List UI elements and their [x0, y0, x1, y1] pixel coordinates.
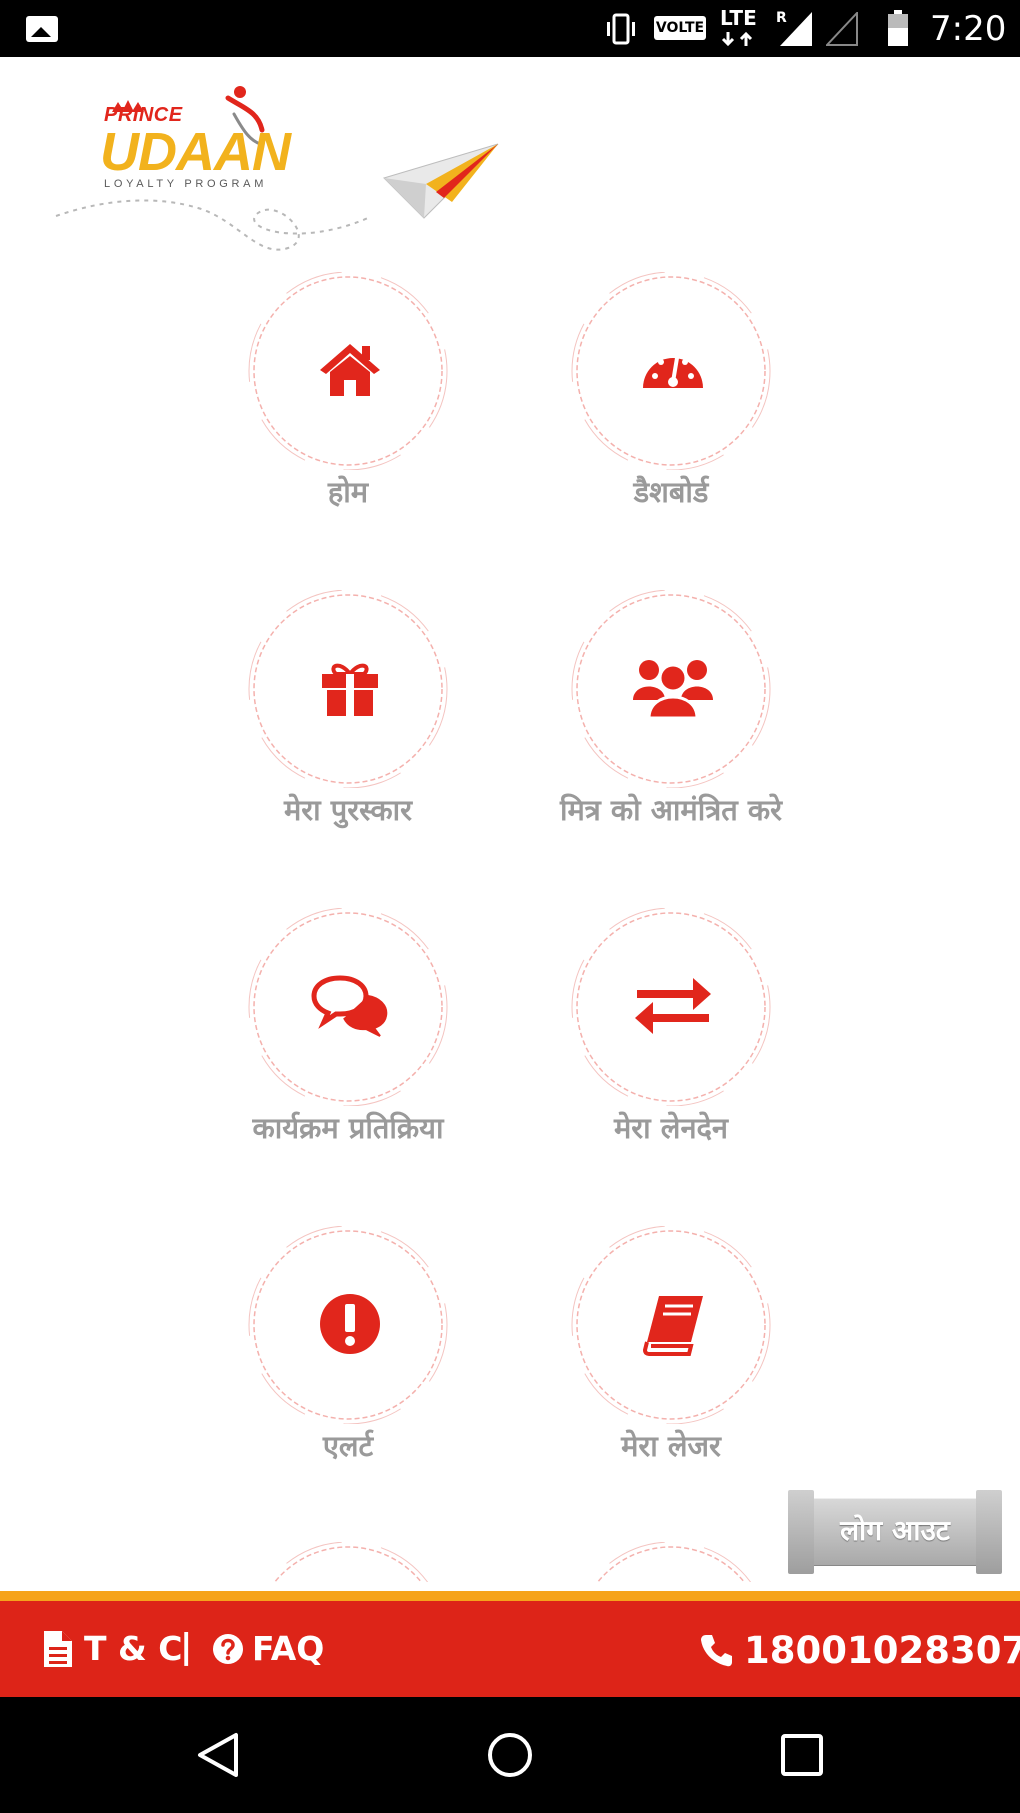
menu-item-program-feedback[interactable]: कार्यक्रम प्रतिक्रिया	[208, 908, 488, 1168]
menu-item-label: मित्र को आमंत्रित करे	[559, 793, 783, 827]
ledger-book-icon	[642, 1296, 703, 1356]
status-time: 7:20	[930, 9, 1007, 49]
alert-icon	[320, 1294, 380, 1354]
document-icon[interactable]	[44, 1631, 72, 1667]
terms-link[interactable]: T & C	[84, 1629, 182, 1668]
menu-item-my-rewards[interactable]: मेरा पुरस्कार	[208, 590, 488, 850]
vibrate-icon	[607, 13, 635, 45]
footer-separator: |	[180, 1627, 193, 1667]
menu-item-label: होम	[327, 475, 369, 509]
menu-item-alert[interactable]: एलर्ट	[208, 1226, 488, 1486]
status-bar: VOLTE LTE R 7:20	[0, 0, 1020, 57]
chat-bubbles-icon	[311, 975, 388, 1037]
menu-item-label: डैशबोर्ड	[633, 475, 709, 509]
question-circle-icon[interactable]	[212, 1633, 244, 1665]
exchange-arrows-icon	[635, 978, 711, 1034]
menu-item-partial	[244, 1542, 452, 1582]
menu-item-label: कार्यक्रम प्रतिक्रिया	[252, 1111, 444, 1145]
image-notification-icon	[26, 16, 58, 42]
logout-label: लोग आउट	[840, 1514, 950, 1547]
menu-item-label: एलर्ट	[322, 1429, 374, 1463]
menu-item-partial	[567, 1542, 775, 1582]
menu-item-label: मेरा पुरस्कार	[283, 793, 413, 827]
system-nav-bar	[0, 1697, 1020, 1813]
logo-name: UDAAN	[100, 122, 291, 182]
menu-ring	[267, 1542, 429, 1582]
logout-button-cap-right	[976, 1490, 1002, 1574]
menu-item-my-ledger[interactable]: मेरा लेजर	[531, 1226, 811, 1486]
phone-icon[interactable]	[700, 1633, 732, 1667]
signal-empty-icon	[826, 12, 858, 46]
speedometer-icon	[643, 356, 703, 388]
footer-bar: T & C | FAQ 18001028307	[0, 1601, 1020, 1697]
menu-item-label: मेरा लेजर	[621, 1429, 721, 1463]
data-arrows-icon	[721, 31, 753, 47]
volte-icon: VOLTE	[654, 16, 706, 40]
users-icon	[633, 660, 713, 720]
logout-button-cap-left	[788, 1490, 814, 1574]
lte-icon: LTE	[720, 8, 760, 50]
menu-ring	[590, 1542, 752, 1582]
home-nav-icon[interactable]	[486, 1731, 534, 1779]
menu-item-label: मेरा लेनदेन	[613, 1111, 729, 1145]
logout-button[interactable]: लोग आउट	[788, 1490, 1002, 1574]
back-icon[interactable]	[194, 1731, 240, 1779]
menu-item-my-transactions[interactable]: मेरा लेनदेन	[531, 908, 811, 1168]
menu-item-home[interactable]: होम	[208, 272, 488, 532]
menu-item-invite-friend[interactable]: मित्र को आमंत्रित करे	[531, 590, 811, 850]
signal-icon	[780, 12, 812, 46]
gift-icon	[322, 663, 378, 716]
logo-tagline: LOYALTY PROGRAM	[104, 178, 268, 190]
lte-label: LTE	[720, 6, 757, 30]
footer-stripe	[0, 1591, 1020, 1601]
battery-icon	[888, 10, 908, 46]
faq-link[interactable]: FAQ	[252, 1629, 324, 1668]
home-icon	[320, 344, 380, 396]
menu-item-dashboard[interactable]: डैशबोर्ड	[531, 272, 811, 532]
recents-icon[interactable]	[780, 1733, 824, 1777]
helpline-number[interactable]: 18001028307	[744, 1629, 1020, 1672]
